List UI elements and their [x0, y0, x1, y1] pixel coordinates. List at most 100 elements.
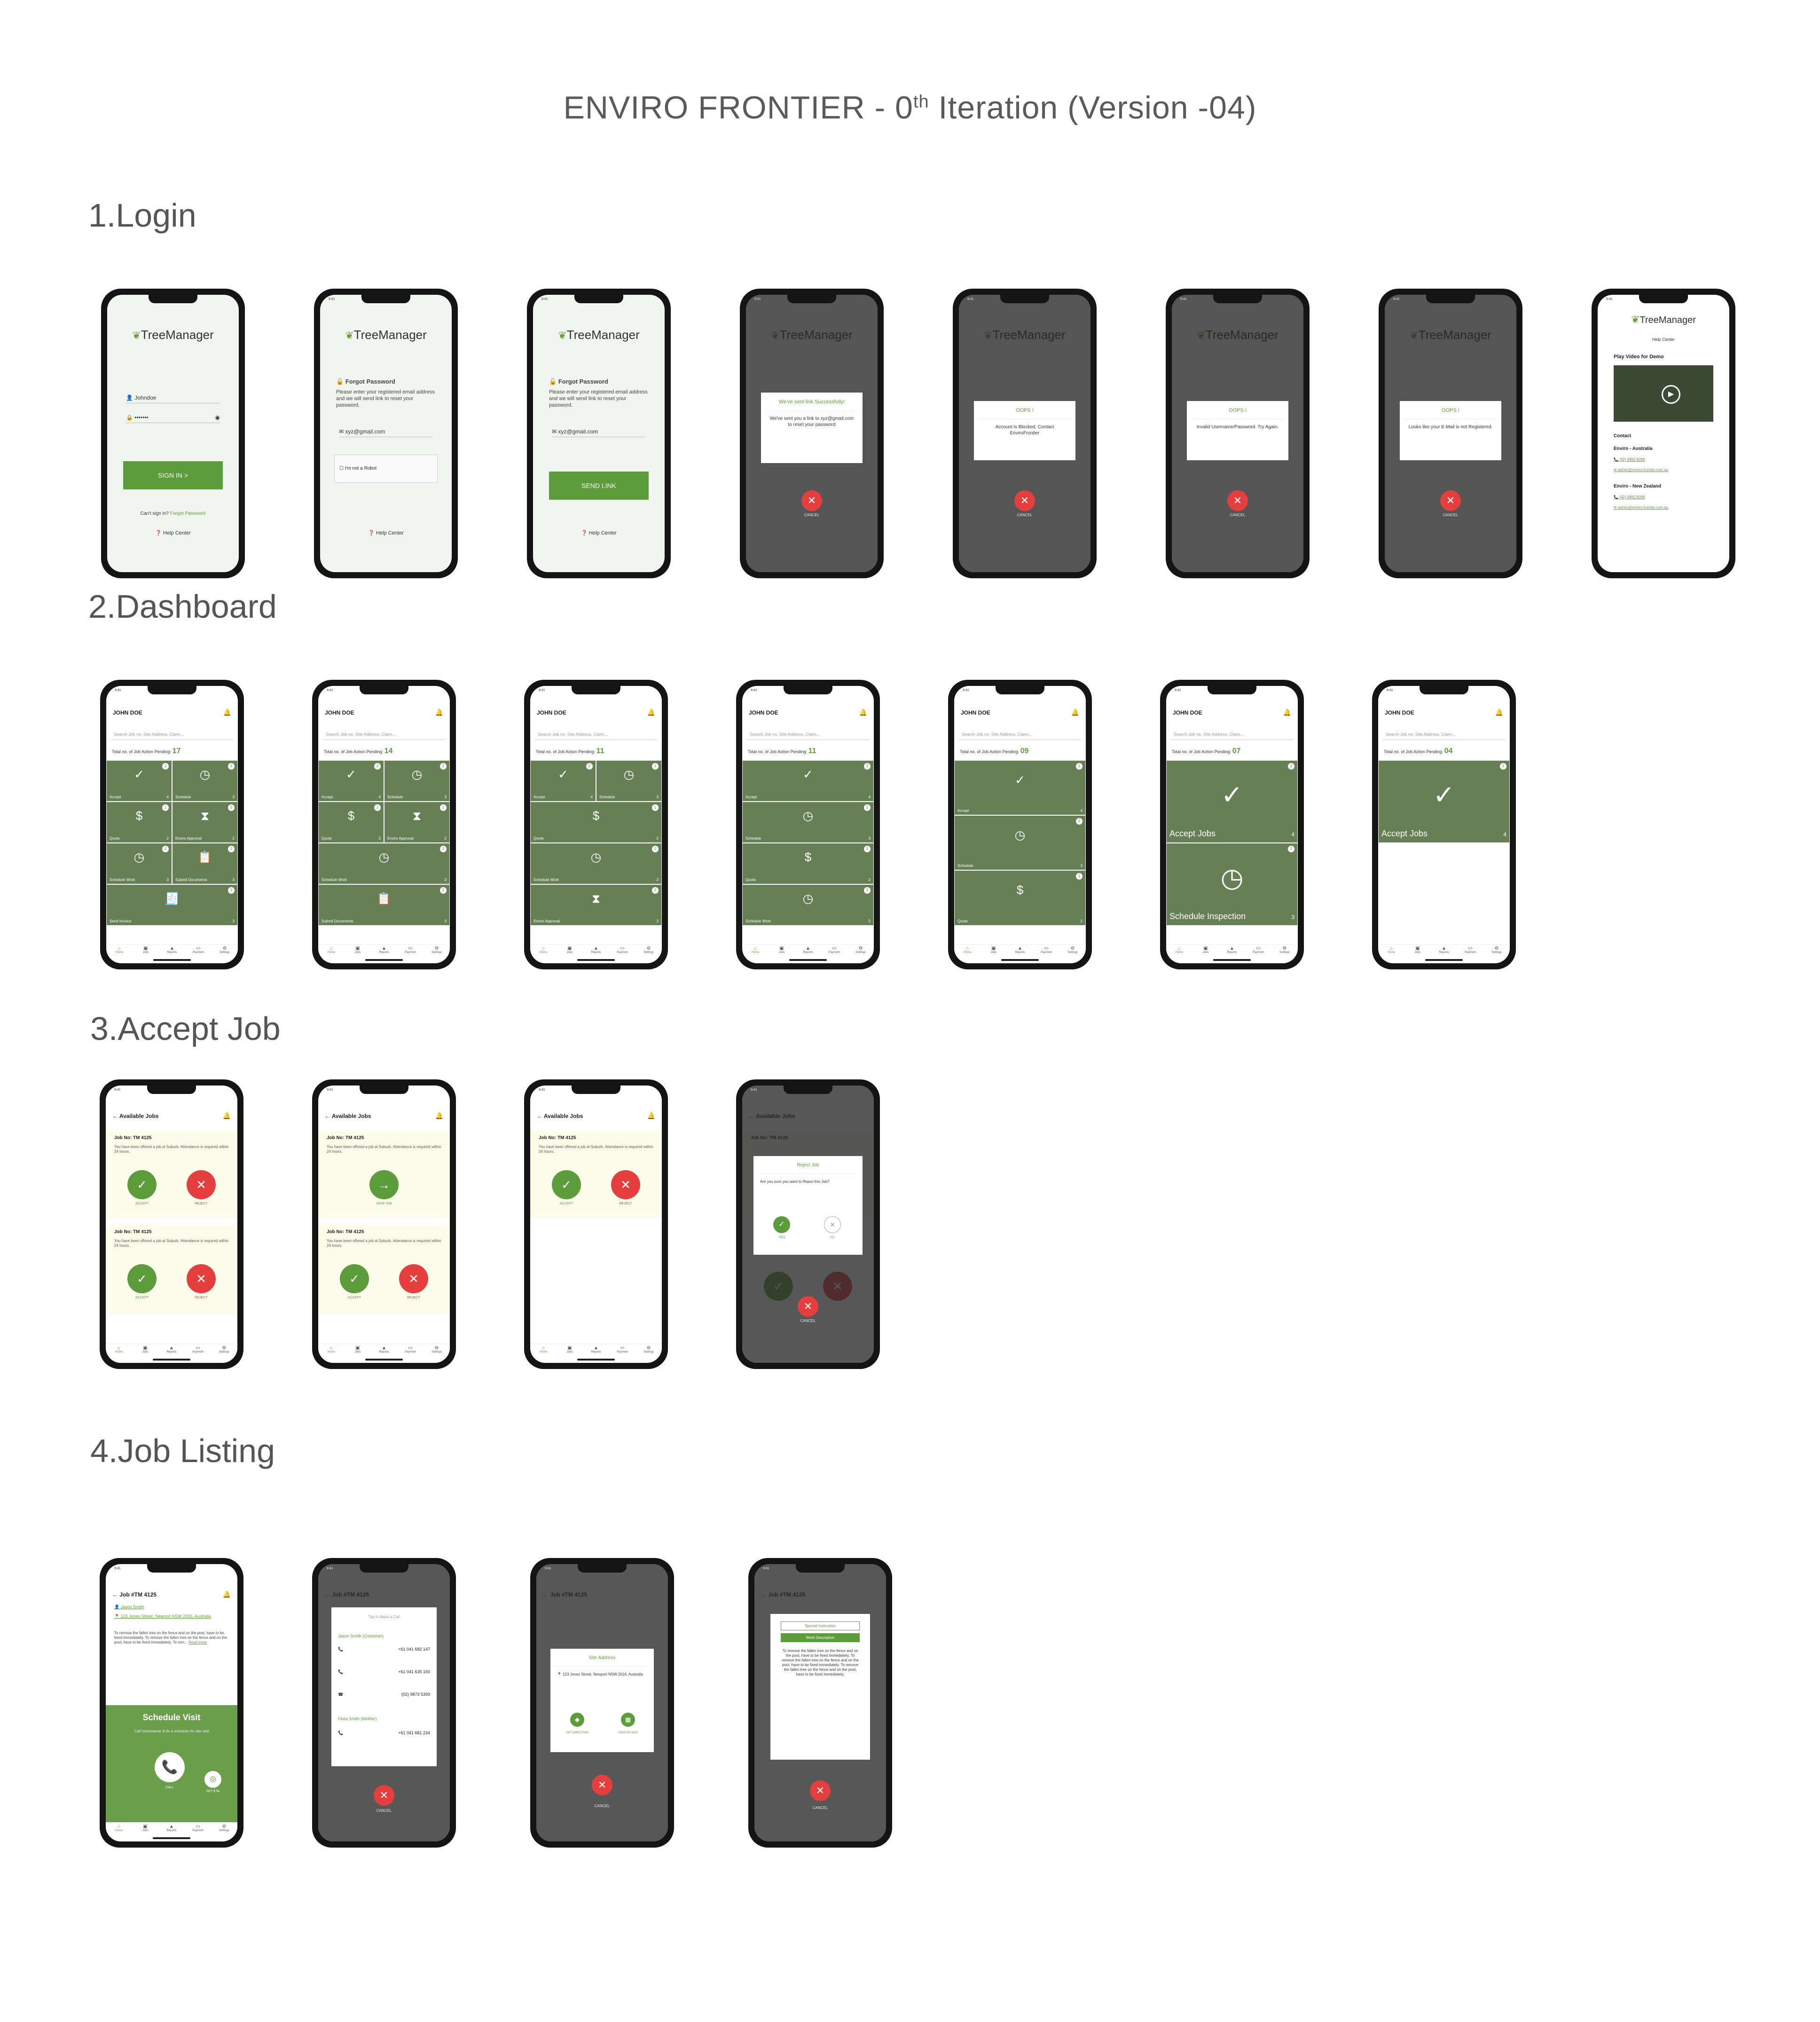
accept-button[interactable]: ✓ [340, 1264, 369, 1293]
tab-reports[interactable]: ▲ Reports [795, 946, 821, 954]
available-jobs-header[interactable]: ← Available Jobs [537, 1113, 583, 1119]
tile-quote[interactable]: $ Quote 2 1 [106, 802, 172, 843]
tab-home[interactable]: ⌂ Home [106, 1345, 132, 1353]
email-field[interactable]: ✉ xyz@gmail.com [552, 427, 646, 437]
close-icon[interactable]: ✕ [374, 1785, 394, 1806]
search-input[interactable]: Search Job no. Site Address, Claim... [111, 729, 233, 740]
search-input[interactable]: Search Job no. Site Address, Claim... [323, 729, 445, 740]
tile-enviro-approval[interactable]: ⧗ Enviro Approval 2 2 [384, 802, 450, 843]
close-icon[interactable]: ✕ [798, 1296, 818, 1317]
tab-payment[interactable]: ▭ Payment [185, 1345, 211, 1353]
tab-special-instruction[interactable]: Special Instruction [781, 1621, 860, 1630]
password-field[interactable]: 🔒 ••••••• ◉ [126, 413, 220, 423]
tab-reports[interactable]: ▲ Reports [1007, 946, 1033, 954]
tile-schedule[interactable]: ◷ Schedule 3 2 [954, 815, 1086, 870]
tab-settings[interactable]: ⚙ Settings [424, 946, 450, 954]
phone-option-3[interactable]: ☎ (02) 9873 5393 [338, 1692, 430, 1697]
play-icon[interactable]: ▶ [1662, 385, 1680, 404]
tab-settings[interactable]: ⚙ Settings [1059, 946, 1086, 954]
call-button[interactable]: 📞 [155, 1752, 185, 1782]
tab-payment[interactable]: ▭ Payment [1033, 946, 1059, 954]
tab-jobs[interactable]: ▣ Jobs [133, 946, 159, 954]
tab-reports[interactable]: ▲ Reports [583, 946, 609, 954]
notification-bell-icon[interactable]: 🔔 [223, 1112, 231, 1120]
forgot-password-link[interactable]: Forgot Password [170, 511, 206, 516]
notification-bell-icon[interactable]: 🔔 [647, 708, 655, 716]
yes-button[interactable]: ✓ [773, 1216, 790, 1233]
available-jobs-header[interactable]: ← Available Jobs [325, 1113, 371, 1119]
tab-home[interactable]: ⌂ Home [530, 946, 557, 954]
accept-button[interactable]: ✓ [127, 1170, 157, 1199]
tab-settings[interactable]: ⚙ Settings [211, 1824, 237, 1832]
tab-payment[interactable]: ▭ Payment [1245, 946, 1271, 954]
close-icon[interactable]: ✕ [810, 1780, 831, 1801]
email-field[interactable]: ✉ xyz@gmail.com [339, 427, 433, 437]
search-input[interactable]: Search Job no. Site Address, Claim... [959, 729, 1081, 740]
tab-payment[interactable]: ▭ Payment [1457, 946, 1483, 954]
tab-reports[interactable]: ▲ Reports [158, 1345, 185, 1353]
tab-payment[interactable]: ▭ Payment [397, 946, 424, 954]
tab-settings[interactable]: ⚙ Settings [212, 946, 238, 954]
customer-link[interactable]: 👤 Jason Smith [114, 1605, 144, 1610]
tab-payment[interactable]: ▭ Payment [185, 946, 212, 954]
tile-schedule-work[interactable]: ◷ Schedule Work 2 2 [742, 884, 874, 926]
tab-settings[interactable]: ⚙ Settings [1271, 946, 1298, 954]
close-icon[interactable]: ✕ [592, 1775, 612, 1795]
au-email-link[interactable]: ✉ admin@enviro-frontier.com.au [1614, 468, 1668, 472]
tile-schedule-work[interactable]: ◷ Schedule Work 3 2 [318, 843, 450, 884]
help-center-link[interactable]: ❓ Help Center [533, 530, 665, 536]
tile-schedule-work[interactable]: ◷ Schedule Work 2 2 [530, 843, 662, 884]
reject-button[interactable]: ✕ [187, 1264, 216, 1293]
reject-button[interactable]: ✕ [399, 1264, 428, 1293]
job-header[interactable]: ← Job #TM 4125 [112, 1591, 157, 1598]
notification-bell-icon[interactable]: 🔔 [1283, 708, 1291, 716]
tab-jobs[interactable]: ▣ Jobs [1192, 946, 1219, 954]
tile-schedule[interactable]: ◷ Schedule 3 2 [742, 802, 874, 843]
tab-jobs[interactable]: ▣ Jobs [132, 1824, 158, 1832]
tab-reports[interactable]: ▲ Reports [158, 1824, 185, 1832]
search-input[interactable]: Search Job no. Site Address, Claim... [747, 729, 869, 740]
close-icon[interactable]: ✕ [1227, 490, 1248, 511]
notification-bell-icon[interactable]: 🔔 [223, 708, 231, 716]
available-jobs-header[interactable]: ← Available Jobs [112, 1113, 158, 1119]
address-link[interactable]: 📍 123 Jones Street, Newport NSW 2016, Au… [114, 1614, 228, 1619]
close-icon[interactable]: ✕ [1440, 490, 1461, 511]
tile-submit-documents[interactable]: 📋 Submit Documents 3 2 [172, 843, 238, 884]
tab-home[interactable]: ⌂ Home [742, 946, 769, 954]
tab-jobs[interactable]: ▣ Jobs [557, 1345, 583, 1353]
tab-reports[interactable]: ▲ Reports [1431, 946, 1457, 954]
close-icon[interactable]: ✕ [801, 490, 822, 511]
tab-jobs[interactable]: ▣ Jobs [345, 1345, 371, 1353]
tab-payment[interactable]: ▭ Payment [397, 1345, 424, 1353]
notification-bell-icon[interactable]: 🔔 [435, 1112, 443, 1120]
captcha-box[interactable]: ☐ I'm not a Robot [334, 455, 438, 483]
tab-home[interactable]: ⌂ Home [1378, 946, 1404, 954]
accept-button[interactable]: ✓ [127, 1264, 157, 1293]
tab-home[interactable]: ⌂ Home [318, 946, 345, 954]
phone-option-2[interactable]: 📞 +61 041 635 150 [338, 1669, 430, 1675]
tab-payment[interactable]: ▭ Payment [821, 946, 847, 954]
tab-reports[interactable]: ▲ Reports [371, 946, 397, 954]
tile-schedule-work[interactable]: ◷ Schedule Work 3 2 [106, 843, 172, 884]
tab-home[interactable]: ⌂ Home [954, 946, 981, 954]
tab-home[interactable]: ⌂ Home [106, 1824, 132, 1832]
tile-quote[interactable]: $ Quote 2 1 [954, 870, 1086, 926]
reject-button[interactable]: ✕ [187, 1170, 216, 1199]
tab-jobs[interactable]: ▣ Jobs [345, 946, 371, 954]
tab-jobs[interactable]: ▣ Jobs [981, 946, 1007, 954]
tile-schedule[interactable]: ◷ Schedule 3 2 [596, 760, 662, 802]
tab-jobs[interactable]: ▣ Jobs [557, 946, 583, 954]
tab-payment[interactable]: ▭ Payment [185, 1824, 211, 1832]
tab-jobs[interactable]: ▣ Jobs [1404, 946, 1431, 954]
tab-settings[interactable]: ⚙ Settings [635, 946, 662, 954]
phone-option-4[interactable]: 📞 +61 041 681 234 [338, 1731, 430, 1736]
tile-quote[interactable]: $ Quote 2 2 [742, 843, 874, 884]
tile-accept[interactable]: ✓ Accept 4 2 [954, 760, 1086, 815]
tab-payment[interactable]: ▭ Payment [609, 1345, 635, 1353]
read-more-link[interactable]: Read more [188, 1640, 207, 1644]
notification-bell-icon[interactable]: 🔔 [1071, 708, 1079, 716]
set-eta-button[interactable]: ◎ [204, 1771, 221, 1788]
tab-settings[interactable]: ⚙ Settings [635, 1345, 662, 1353]
help-center-link[interactable]: ❓ Help Center [107, 530, 239, 536]
reject-button[interactable]: ✕ [611, 1170, 640, 1199]
